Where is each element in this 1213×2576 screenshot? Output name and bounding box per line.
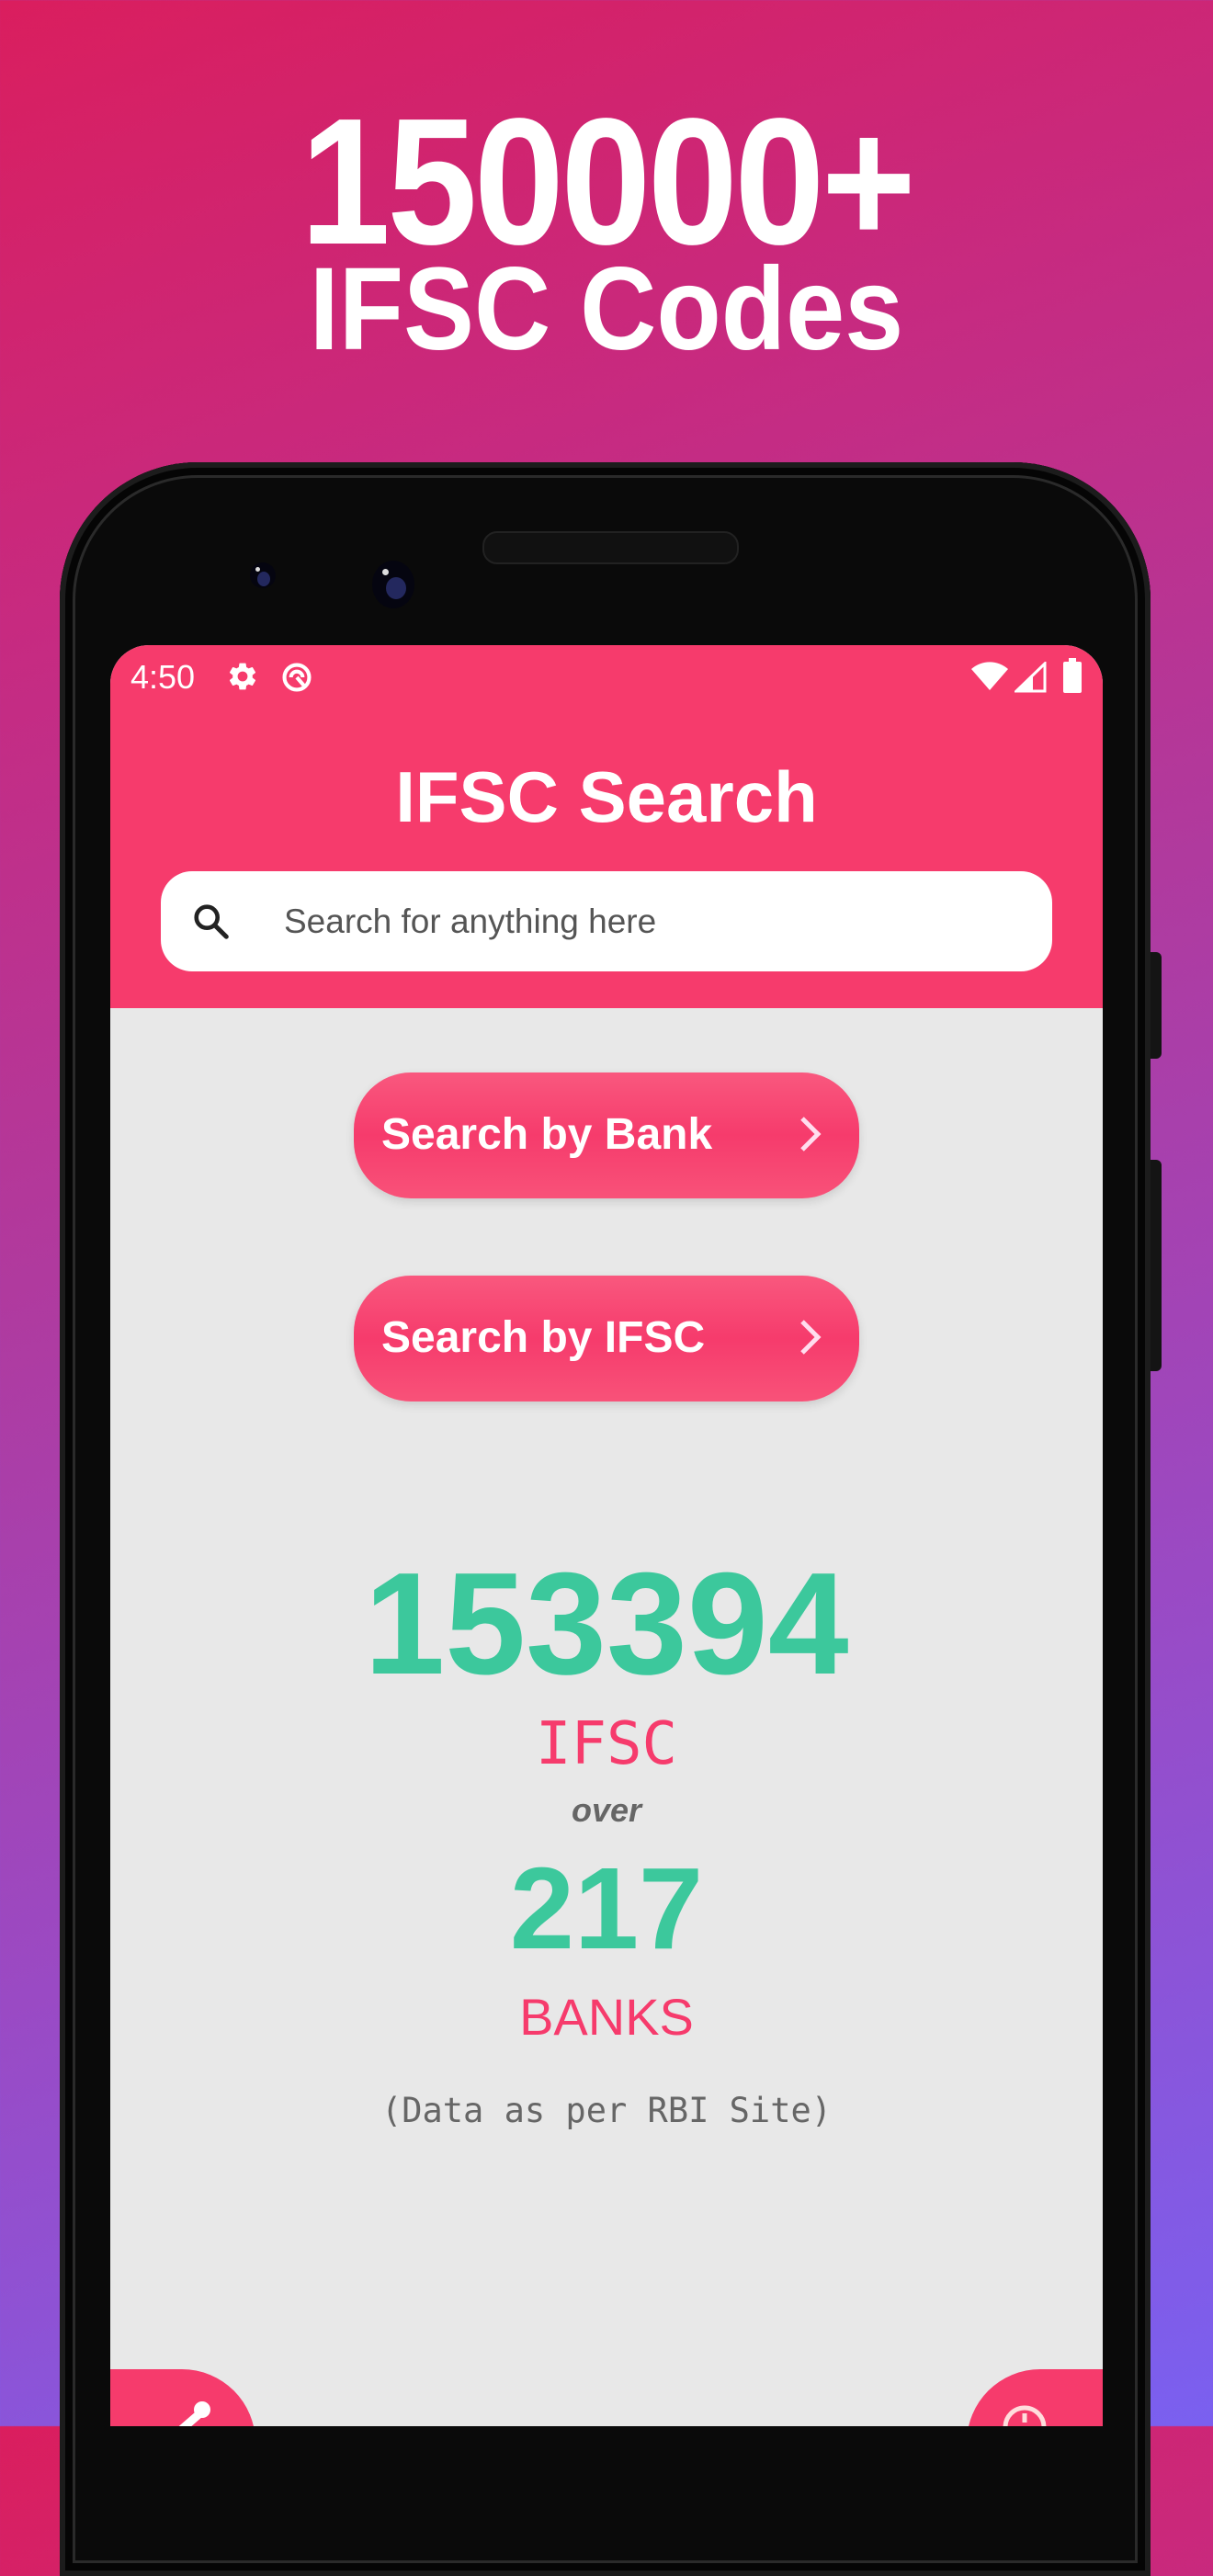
search-by-bank-label: Search by Bank <box>381 1110 713 1159</box>
search-input[interactable] <box>282 891 1021 952</box>
bank-label: BANKS <box>519 1988 694 2046</box>
app-screen: 4:50 IFSC Search Search for anything her… <box>110 645 1103 2426</box>
front-camera <box>372 561 414 608</box>
info-icon <box>1002 2404 1048 2426</box>
data-source-note: (Data as per RBI Site) <box>380 2091 833 2130</box>
wifi-icon <box>970 662 1009 696</box>
data-saver-icon <box>279 660 314 699</box>
status-bar: 4:50 <box>110 645 1103 708</box>
front-sensor <box>250 562 276 588</box>
share-button[interactable] <box>110 2369 255 2426</box>
cell-signal-icon <box>1013 660 1048 698</box>
search-by-ifsc-button[interactable]: Search by IFSC <box>354 1276 859 1401</box>
share-icon <box>165 2400 221 2426</box>
search-by-bank-button[interactable]: Search by Bank <box>354 1072 859 1198</box>
connector-text: over <box>571 1791 642 1829</box>
ifsc-label: IFSC <box>535 1710 678 1778</box>
promo-headline-label: IFSC Codes <box>309 244 904 375</box>
search-by-ifsc-label: Search by IFSC <box>381 1313 706 1362</box>
app-title: IFSC Search <box>395 756 818 837</box>
search-bar[interactable] <box>161 871 1052 971</box>
earpiece-speaker <box>482 531 739 564</box>
status-time: 4:50 <box>130 658 196 696</box>
power-button <box>1151 952 1162 1059</box>
search-icon <box>190 901 232 948</box>
info-button[interactable] <box>967 2369 1103 2426</box>
chevron-right-icon <box>797 1113 824 1160</box>
volume-rocker <box>1151 1160 1162 1371</box>
settings-icon <box>226 660 259 698</box>
app-header: 4:50 IFSC Search <box>110 645 1103 1008</box>
ifsc-count: 153394 <box>364 1543 849 1705</box>
chevron-right-icon <box>797 1316 824 1363</box>
battery-icon <box>1062 658 1083 698</box>
bank-count: 217 <box>509 1844 704 1973</box>
